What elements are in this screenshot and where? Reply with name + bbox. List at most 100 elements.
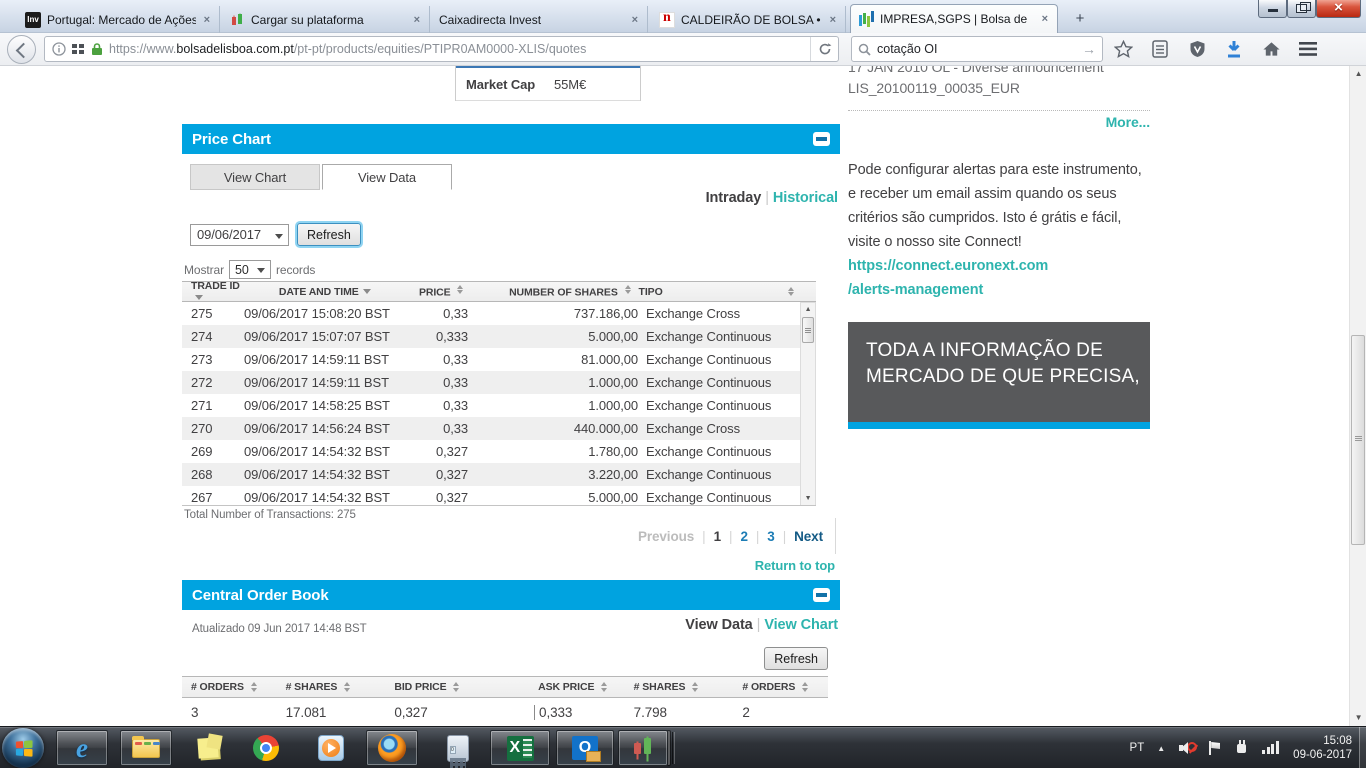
next-link[interactable]: Next xyxy=(794,529,823,544)
tab-view-chart[interactable]: View Chart xyxy=(190,164,320,190)
date-select[interactable]: 09/06/2017 xyxy=(190,223,289,246)
previous-link[interactable]: Previous xyxy=(638,529,694,544)
url-domain: bolsadelisboa.com.pt xyxy=(176,42,294,56)
taskbar-excel-button[interactable]: X xyxy=(490,730,550,766)
extension-grid-icon[interactable] xyxy=(72,43,85,56)
sort-both-icon[interactable] xyxy=(250,682,257,692)
shield-icon[interactable] xyxy=(1187,39,1207,59)
taskbar-ie-button[interactable]: e xyxy=(56,730,108,766)
scroll-down-icon[interactable]: ▼ xyxy=(801,492,815,505)
sort-desc-icon[interactable] xyxy=(362,288,371,294)
col-orders-bid[interactable]: # ORDERS xyxy=(182,681,277,693)
col-shares-ask[interactable]: # SHARES xyxy=(625,681,734,693)
tab-portugal-mercado[interactable]: Inv Portugal: Mercado de Ações × xyxy=(18,6,220,33)
https-lock-icon[interactable] xyxy=(91,42,103,56)
menu-hamburger-icon[interactable] xyxy=(1298,39,1318,59)
col-bid-price[interactable]: BID PRICE xyxy=(385,681,494,693)
taskbar-sticky-notes-button[interactable] xyxy=(184,730,232,766)
url-bar[interactable]: https://www. bolsadelisboa.com.pt/pt-pt/p… xyxy=(44,36,839,62)
page-2-link[interactable]: 2 xyxy=(740,529,748,544)
sort-both-icon[interactable] xyxy=(344,682,351,692)
action-center-flag-icon[interactable] xyxy=(1207,740,1221,756)
restore-button[interactable] xyxy=(1287,0,1316,18)
search-bar[interactable]: cotação OI → xyxy=(851,36,1103,62)
new-tab-button[interactable]: + xyxy=(1068,9,1092,29)
start-button[interactable] xyxy=(2,728,44,768)
col-orders-ask[interactable]: # ORDERS xyxy=(733,681,828,693)
taskbar-chrome-button[interactable] xyxy=(242,730,290,766)
scrollbar-thumb[interactable] xyxy=(802,317,814,343)
network-signal-icon[interactable] xyxy=(1262,740,1280,756)
announcement-title[interactable]: 17 JAN 2010 OL - Diverse announcement xyxy=(848,66,1150,77)
sort-both-icon[interactable] xyxy=(692,682,699,692)
announcement-code[interactable]: LIS_20100119_00035_EUR xyxy=(848,80,1020,96)
info-icon[interactable] xyxy=(52,42,66,56)
taskbar-firefox-button[interactable] xyxy=(366,730,418,766)
sort-both-icon[interactable] xyxy=(802,682,809,692)
collapse-icon[interactable] xyxy=(813,132,830,146)
records-select[interactable]: 50 xyxy=(228,260,271,279)
power-plug-icon[interactable] xyxy=(1234,740,1249,756)
page-3-link[interactable]: 3 xyxy=(767,529,775,544)
col-datetime[interactable]: DATE AND TIME xyxy=(241,286,406,298)
historical-link[interactable]: Historical xyxy=(773,190,838,206)
language-indicator[interactable]: PT xyxy=(1130,742,1145,754)
minimize-button[interactable] xyxy=(1258,0,1287,18)
alerts-link[interactable]: https://connect.euronext.com/alerts-mana… xyxy=(848,258,1048,298)
reload-button[interactable] xyxy=(810,37,838,61)
col-trade-id[interactable]: TRADE ID xyxy=(182,280,241,304)
tab-close-icon[interactable]: × xyxy=(828,14,838,26)
tab-close-icon[interactable]: × xyxy=(630,14,640,26)
collapse-icon[interactable] xyxy=(813,588,830,602)
search-input-value[interactable]: cotação OI xyxy=(877,42,937,56)
table-scrollbar[interactable]: ▲ ▼ xyxy=(800,302,816,505)
col-tipo[interactable]: TIPO xyxy=(631,286,788,298)
more-link[interactable]: More... xyxy=(1106,114,1151,130)
order-book-refresh-button[interactable]: Refresh xyxy=(764,647,828,670)
scroll-down-icon[interactable]: ▼ xyxy=(1350,710,1366,726)
col-ask-price[interactable]: ASK PRICE xyxy=(534,681,625,693)
scroll-up-icon[interactable]: ▲ xyxy=(1350,66,1366,82)
page-1-current[interactable]: 1 xyxy=(714,529,722,544)
view-data-link[interactable]: View Data xyxy=(685,617,752,633)
taskbar-calculator-button[interactable]: 0 xyxy=(434,730,482,768)
refresh-button[interactable]: Refresh xyxy=(297,223,361,246)
sort-both-icon[interactable] xyxy=(601,682,608,692)
back-button[interactable] xyxy=(7,34,36,64)
downloads-icon[interactable] xyxy=(1224,39,1244,59)
volume-muted-icon[interactable] xyxy=(1178,740,1198,756)
show-desktop-button[interactable] xyxy=(1359,727,1366,768)
tab-close-icon[interactable]: × xyxy=(1040,13,1050,25)
tab-impresa-active[interactable]: IMPRESA,SGPS | Bolsa de Lisb × xyxy=(850,4,1058,33)
taskbar-explorer-button[interactable] xyxy=(120,730,172,766)
return-to-top-link[interactable]: Return to top xyxy=(755,558,835,573)
taskbar-media-player-button[interactable] xyxy=(306,730,356,766)
sort-both-icon[interactable] xyxy=(788,286,794,297)
view-chart-link[interactable]: View Chart xyxy=(764,617,838,633)
search-go-icon[interactable]: → xyxy=(1082,41,1096,57)
tab-view-data[interactable]: View Data xyxy=(322,164,452,190)
col-price[interactable]: PRICE xyxy=(406,284,464,298)
tab-cargar-plataforma[interactable]: Cargar su plataforma × xyxy=(222,6,430,33)
promo-banner[interactable]: TODA A INFORMAÇÃO DE MERCADO DE QUE PREC… xyxy=(848,322,1150,422)
clock[interactable]: 15:08 09-06-2017 xyxy=(1293,734,1358,762)
taskbar-outlook-button[interactable]: O xyxy=(556,730,614,766)
home-icon[interactable] xyxy=(1261,39,1281,59)
scroll-up-icon[interactable]: ▲ xyxy=(801,303,815,316)
hidden-icons-icon[interactable]: ▲ xyxy=(1157,744,1165,753)
intraday-link[interactable]: Intraday xyxy=(706,190,762,206)
scrollbar-thumb[interactable] xyxy=(1351,335,1365,545)
close-button[interactable] xyxy=(1316,0,1361,18)
bookmarks-list-icon[interactable] xyxy=(1150,39,1170,59)
tab-caldeirao-bolsa[interactable]: CALDEIRÃO DE BOLSA • Ver F × xyxy=(652,6,846,33)
tab-caixadirecta[interactable]: Caixadirecta Invest × xyxy=(432,6,648,33)
tab-close-icon[interactable]: × xyxy=(202,14,212,26)
browser-scrollbar[interactable]: ▲ ▼ xyxy=(1349,66,1366,726)
sort-both-icon[interactable] xyxy=(453,682,460,692)
taskbar-trading-app-button[interactable] xyxy=(618,730,668,766)
tab-close-icon[interactable]: × xyxy=(412,14,422,26)
col-shares-bid[interactable]: # SHARES xyxy=(277,681,386,693)
sort-desc-icon[interactable] xyxy=(195,294,203,300)
col-shares[interactable]: NUMBER OF SHARES xyxy=(463,284,631,298)
bookmark-star-icon[interactable] xyxy=(1113,39,1133,59)
